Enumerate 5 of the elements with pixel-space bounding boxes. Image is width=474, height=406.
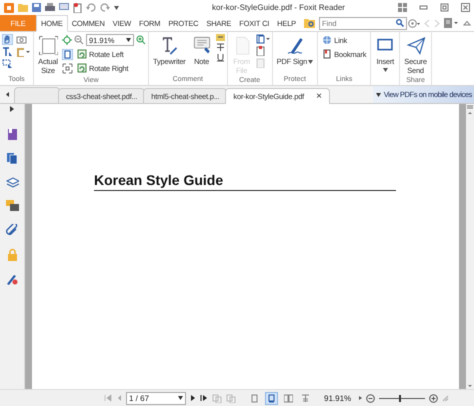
document-heading: Korean Style Guide: [94, 172, 396, 191]
zoom-level: 91.91%: [324, 394, 352, 402]
close-tab-button[interactable]: ×: [316, 91, 322, 102]
page-number-field[interactable]: 1 / 67: [126, 392, 186, 404]
window-title: kor-kor-StyleGuide.pdf - Foxit Reader: [211, 3, 346, 12]
